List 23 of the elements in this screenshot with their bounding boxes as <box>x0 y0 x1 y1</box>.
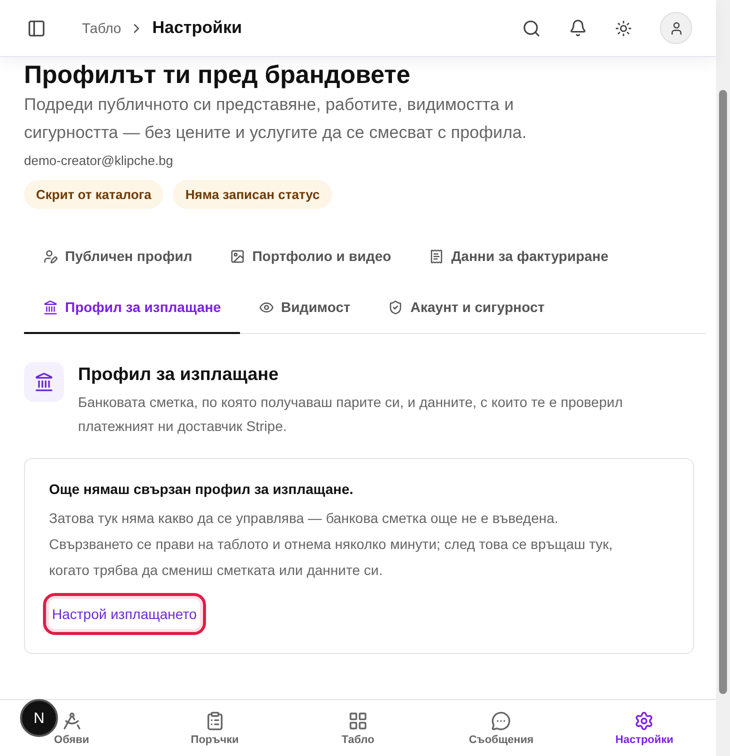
breadcrumb-item[interactable]: Настройки <box>152 18 242 38</box>
section-title: Профил за изплащане <box>78 363 280 386</box>
tab[interactable]: Данни за фактуриране <box>410 231 628 283</box>
tab[interactable]: Портфолио и видео <box>211 231 410 283</box>
card-title: Още нямаш свързан профил за изплащане. <box>49 481 354 497</box>
email-text: demo-creator@klipche.bg <box>24 153 174 168</box>
nav-item[interactable]: Поръчки <box>143 700 286 756</box>
nav-item[interactable]: Табло <box>286 700 430 756</box>
section-description: Банковата сметка, по която получаваш парите си, и данните, с които те е проверил платежният ни доставчик Stripe. <box>78 393 624 436</box>
status-badge: Скрит от каталога <box>24 180 164 209</box>
tab[interactable]: Видимост <box>240 282 370 334</box>
status-badge: Няма записан статус <box>173 180 332 209</box>
tab[interactable]: Акаунт и сигурност <box>369 282 564 334</box>
page-subtitle: Подреди публичното си представяне, работите, видимостта и сигурността — без цените и услугите да се смесват с профила. <box>24 94 528 144</box>
tab[interactable]: Публичен профил <box>24 231 212 283</box>
nav-item[interactable]: Съобщения <box>430 700 573 756</box>
card-text: Затова тук няма какво да се управлява — банкова сметка още не е въведена. Свързването се прави на таблото и отнема няколко минути; след това се връщаш тук, когато трябва да смениш сметката или данните си. <box>49 509 614 580</box>
dev-badge[interactable]: N <box>20 699 58 737</box>
setup-payout-link[interactable]: Настрой изплащането <box>43 593 206 635</box>
nav-item[interactable]: Настройки <box>572 700 716 756</box>
page-title: Профилът ти пред брандовете <box>24 61 412 89</box>
breadcrumb-item[interactable]: Табло <box>82 20 122 36</box>
tab[interactable]: Профил за изплащане <box>24 282 240 334</box>
